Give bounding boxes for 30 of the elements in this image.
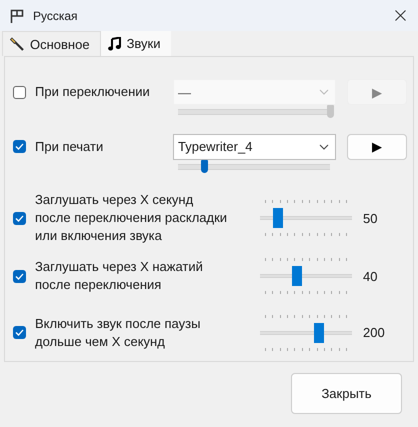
window-title: Русская — [33, 8, 79, 22]
slider-value: 40 — [363, 268, 378, 284]
music-note-icon — [108, 36, 121, 50]
slider-value: 200 — [363, 325, 385, 340]
checkbox[interactable] — [13, 270, 26, 283]
close-button[interactable]: Закрыть — [291, 373, 402, 414]
slider-thumb[interactable] — [292, 266, 302, 286]
sound-dropdown[interactable]: Typewriter_4 — [173, 134, 336, 160]
play-button[interactable]: ▶ — [347, 134, 407, 160]
checkbox[interactable] — [13, 140, 26, 154]
slider-thumb[interactable] — [273, 208, 284, 228]
flag-icon — [10, 8, 24, 22]
close-icon[interactable] — [395, 10, 406, 21]
chevron-down-icon — [319, 144, 329, 150]
sound-dropdown[interactable]: — — [173, 79, 336, 105]
chevron-down-icon — [319, 89, 329, 95]
checkbox[interactable] — [13, 326, 26, 340]
checkbox-label: При печати — [35, 138, 104, 156]
checkbox-label: При переключении — [35, 83, 150, 101]
slider-thumb[interactable] — [314, 322, 324, 343]
option-label: Заглушать через X секунд после переключения раскладки или включения звука — [35, 191, 228, 246]
slider-thumb[interactable] — [327, 105, 334, 118]
slider-thumb[interactable] — [200, 160, 208, 173]
slider-value: 50 — [363, 210, 378, 226]
tab[interactable]: Звуки — [100, 31, 170, 56]
checkbox[interactable] — [13, 86, 26, 98]
checkbox[interactable] — [13, 212, 26, 225]
tab[interactable]: Основное — [2, 31, 101, 56]
option-label: Включить звук после паузы дольше чем X секунд — [35, 314, 200, 351]
option-label: Заглушать через X нажатий после переключения — [35, 258, 203, 294]
